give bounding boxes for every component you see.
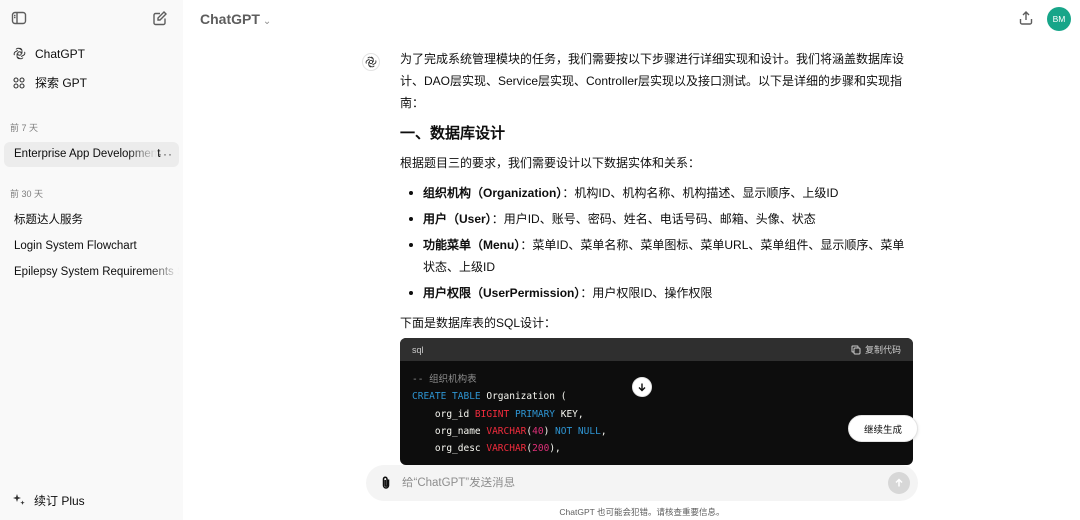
code-block-header: sql 复制代码 <box>400 338 913 361</box>
list-item-desc: 用户权限ID、操作权限 <box>592 286 713 300</box>
message-paragraph: 根据题目三的要求，我们需要设计以下数据实体和关系： <box>400 156 701 170</box>
message-intro: 为了完成系统管理模块的任务，我们需要按以下步骤进行详细实现和设计。我们将涵盖数据… <box>400 52 905 110</box>
grid-icon <box>12 76 26 90</box>
sidebar: ChatGPT 探索 GPT 前 7 天 Enterprise App Deve… <box>0 0 183 520</box>
copy-code-button[interactable]: 复制代码 <box>851 343 901 356</box>
sidebar-section-title: 前 7 天 <box>10 123 39 133</box>
upgrade-label: 续订 Plus <box>34 493 85 508</box>
list-item-term: 组织机构（Organization） <box>423 186 563 200</box>
chat-history-label: 标题达人服务 <box>14 214 83 226</box>
sidebar-item-label: 探索 GPT <box>35 76 88 90</box>
avatar[interactable]: BM <box>1047 7 1071 31</box>
list-item: 用户权限（UserPermission）：用户权限ID、操作权限 <box>400 282 913 304</box>
sparkle-icon <box>12 493 26 507</box>
send-button[interactable] <box>888 472 910 494</box>
assistant-message: 为了完成系统管理模块的任务，我们需要按以下步骤进行详细实现和设计。我们将涵盖数据… <box>400 48 913 342</box>
sidebar-toggle-icon[interactable] <box>11 10 29 28</box>
message-input[interactable] <box>402 477 888 489</box>
chat-history-item[interactable]: Login System Flowchart <box>4 234 179 259</box>
sidebar-section-title: 前 30 天 <box>10 189 44 199</box>
list-item: 用户（User）：用户ID、账号、密码、姓名、电话号码、邮箱、头像、状态 <box>400 208 913 230</box>
disclaimer-text: ChatGPT 也可能会犯错。请核查重要信息。 <box>559 507 725 517</box>
message-composer <box>366 465 918 501</box>
more-options-icon[interactable]: ··· <box>158 142 173 167</box>
code-block: sql 复制代码 -- 组织机构表 CREATE TABLE Organizat… <box>400 338 913 465</box>
attach-file-icon[interactable] <box>378 475 394 491</box>
continue-label: 继续生成 <box>863 424 902 436</box>
list-item-desc: 机构ID、机构名称、机构描述、显示顺序、上级ID <box>574 186 839 200</box>
message-paragraph: 下面是数据库表的SQL设计： <box>400 316 557 330</box>
openai-logo-icon <box>12 47 26 61</box>
arrow-up-icon <box>895 478 903 487</box>
chat-history-label: Login System Flowchart <box>14 240 137 252</box>
share-icon[interactable] <box>1018 10 1036 28</box>
chevron-down-icon: ⌄ <box>262 16 272 27</box>
chat-history-item[interactable]: 标题达人服务 <box>4 208 179 233</box>
list-item-desc: 用户ID、账号、密码、姓名、电话号码、邮箱、头像、状态 <box>503 212 816 226</box>
code-content: -- 组织机构表 CREATE TABLE Organization ( org… <box>412 374 607 455</box>
copy-code-label: 复制代码 <box>864 345 901 355</box>
model-title: ChatGPT <box>200 11 260 27</box>
assistant-avatar-icon <box>362 53 380 71</box>
chat-history-item[interactable]: Enterprise App Development ··· <box>4 142 179 167</box>
model-selector[interactable]: ChatGPT ⌄ <box>200 11 271 27</box>
list-item-term: 功能菜单（Menu） <box>423 238 521 252</box>
upgrade-plus-button[interactable]: 续订 Plus <box>0 480 183 520</box>
section-heading: 一、数据库设计 <box>400 125 506 142</box>
sidebar-item-chatgpt[interactable]: ChatGPT <box>4 39 179 68</box>
sidebar-item-explore-gpts[interactable]: 探索 GPT <box>4 68 179 97</box>
entity-list: 组织机构（Organization）：机构ID、机构名称、机构描述、显示顺序、上… <box>400 182 913 304</box>
list-item-term: 用户权限（UserPermission） <box>423 286 581 300</box>
sidebar-item-label: ChatGPT <box>35 46 86 61</box>
sidebar-top-bar <box>0 0 183 38</box>
arrow-down-icon <box>638 383 646 392</box>
chat-history-item[interactable]: Epilepsy System Requirements S <box>4 260 179 285</box>
list-item: 功能菜单（Menu）：菜单ID、菜单名称、菜单图标、菜单URL、菜单组件、显示顺… <box>400 234 913 278</box>
code-language: sql <box>412 344 424 355</box>
list-item: 组织机构（Organization）：机构ID、机构名称、机构描述、显示顺序、上… <box>400 182 913 204</box>
new-chat-icon[interactable] <box>152 10 170 28</box>
scroll-to-bottom-button[interactable] <box>632 377 652 397</box>
list-item-term: 用户（User） <box>423 212 492 226</box>
chat-header: ChatGPT ⌄ BM <box>183 0 1080 38</box>
continue-generating-button[interactable]: 继续生成 <box>848 415 918 442</box>
